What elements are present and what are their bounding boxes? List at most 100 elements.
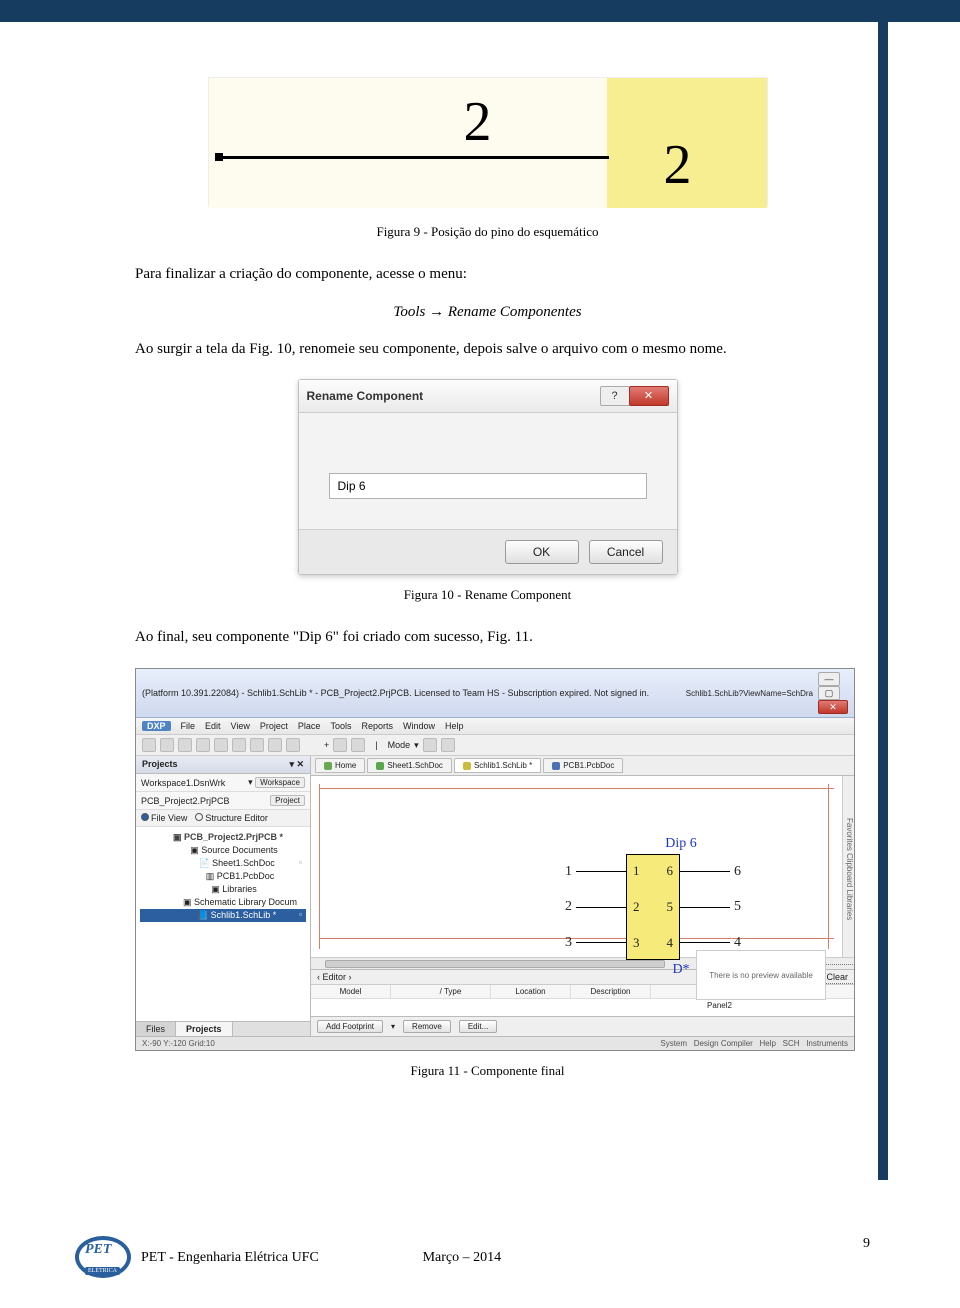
fig9-pin-number-right: 2 <box>664 133 692 197</box>
toolbar-icon[interactable] <box>214 738 228 752</box>
figure-11-wrap: (Platform 10.391.22084) - Schlib1.SchLib… <box>135 668 840 1051</box>
toolbar-icon[interactable] <box>178 738 192 752</box>
tree-libraries[interactable]: ▣ Libraries <box>140 883 306 896</box>
minimize-button[interactable]: — <box>818 672 840 686</box>
doc-tab-home[interactable]: Home <box>315 758 365 773</box>
status-instruments[interactable]: Instruments <box>806 1039 848 1048</box>
remove-footprint-button[interactable]: Remove <box>403 1020 451 1033</box>
pin-line <box>680 871 730 872</box>
panel2-label: Panel2 <box>311 998 854 1016</box>
ok-button[interactable]: OK <box>505 540 579 564</box>
altium-right-label: Schlib1.SchLib?ViewName=SchDra <box>686 689 813 698</box>
edit-footprint-button[interactable]: Edit... <box>459 1020 497 1033</box>
document-tabs: Home Sheet1.SchDoc Schlib1.SchLib * PCB1… <box>311 756 854 776</box>
projects-header-label: Projects <box>142 759 178 770</box>
fig9-main-area <box>209 78 609 208</box>
project-name: PCB_Project2.PrjPCB <box>141 796 230 806</box>
tree-schlib-folder[interactable]: ▣ Schematic Library Docum <box>140 896 306 909</box>
tree-schlib-file[interactable]: 📘 Schlib1.SchLib *▫ <box>140 909 306 922</box>
project-row: PCB_Project2.PrjPCB Project <box>136 792 310 810</box>
panel-tab-files[interactable]: Files <box>136 1022 176 1036</box>
workspace-row: Workspace1.DsnWrk ▾ Workspace <box>136 774 310 792</box>
toolbar-icon[interactable] <box>333 738 347 752</box>
toolbar-icon[interactable] <box>232 738 246 752</box>
altium-close-button[interactable]: ✕ <box>818 700 848 714</box>
menu-reports[interactable]: Reports <box>361 721 393 731</box>
toolbar-icon[interactable] <box>196 738 210 752</box>
component-name-input[interactable] <box>329 473 647 499</box>
figure-10-wrap: Rename Component ? ✕ OK Cancel <box>135 379 840 575</box>
pin-outer-5: 5 <box>730 899 745 915</box>
menu-tools[interactable]: Tools <box>330 721 351 731</box>
page-content: 2 2 Figura 9 - Posição do pino do esquem… <box>0 22 960 1079</box>
right-stripe <box>878 0 888 1180</box>
menu-file[interactable]: File <box>181 721 196 731</box>
cancel-button[interactable]: Cancel <box>589 540 663 564</box>
altium-menubar: DXP File Edit View Project Place Tools R… <box>136 718 854 735</box>
col-location: Location <box>491 985 571 998</box>
top-banner <box>0 0 960 22</box>
workspace-button[interactable]: Workspace <box>255 777 305 788</box>
menu-place[interactable]: Place <box>298 721 321 731</box>
figure-9-wrap: 2 2 <box>135 77 840 212</box>
col-description: Description <box>571 985 651 998</box>
structure-editor-radio[interactable]: Structure Editor <box>195 813 268 823</box>
toolbar-icon[interactable] <box>160 738 174 752</box>
paragraph-3: Ao final, seu componente "Dip 6" foi cri… <box>135 627 840 649</box>
doc-tab-sheet[interactable]: Sheet1.SchDoc <box>367 758 452 773</box>
status-sch[interactable]: SCH <box>783 1039 800 1048</box>
doc-tab-schlib[interactable]: Schlib1.SchLib * <box>454 758 541 773</box>
pin-line <box>680 907 730 908</box>
toolbar-icon[interactable] <box>286 738 300 752</box>
menu-project[interactable]: Project <box>260 721 288 731</box>
menu-window[interactable]: Window <box>403 721 435 731</box>
right-side-tabs[interactable]: Favorites Clipboard Libraries <box>842 776 854 957</box>
maximize-button[interactable]: ▢ <box>818 686 840 700</box>
view-toggle: File View Structure Editor <box>136 810 310 827</box>
rename-component-dialog: Rename Component ? ✕ OK Cancel <box>298 379 678 575</box>
tree-sheet1[interactable]: 📄 Sheet1.SchDoc▫ <box>140 857 306 870</box>
pin-line <box>576 942 626 943</box>
pin-line <box>576 907 626 908</box>
pet-logo: PET ELÉTRICA <box>75 1236 133 1280</box>
footer-org: PET - Engenharia Elétrica UFC <box>141 1250 319 1266</box>
menu-edit[interactable]: Edit <box>205 721 221 731</box>
dialog-window-buttons: ? ✕ <box>601 386 669 406</box>
menu-view[interactable]: View <box>231 721 250 731</box>
panel-collapse-icon[interactable]: ▾ ✕ <box>289 759 304 770</box>
toolbar-icon[interactable] <box>250 738 264 752</box>
pin-outer-4: 4 <box>730 935 745 951</box>
doc-tab-pcb[interactable]: PCB1.PcbDoc <box>543 758 623 773</box>
tree-project-root[interactable]: ▣ PCB_Project2.PrjPCB * <box>140 831 306 844</box>
menu-help[interactable]: Help <box>445 721 464 731</box>
pin-outer-6: 6 <box>730 864 745 880</box>
status-design-compiler[interactable]: Design Compiler <box>694 1039 753 1048</box>
add-footprint-button[interactable]: Add Footprint <box>317 1020 383 1033</box>
file-view-radio[interactable]: File View <box>141 813 187 823</box>
help-button[interactable]: ? <box>600 386 630 406</box>
schematic-canvas[interactable]: Favorites Clipboard Libraries Dip 6 1 2 … <box>311 776 854 957</box>
project-button[interactable]: Project <box>270 795 305 806</box>
tree-source-docs[interactable]: ▣ Source Documents <box>140 844 306 857</box>
status-coords: X:-90 Y:-120 Grid:10 <box>142 1039 215 1048</box>
tree-pcb1[interactable]: ▥ PCB1.PcbDoc <box>140 870 306 883</box>
close-button[interactable]: ✕ <box>629 386 669 406</box>
pin-inner-6: 6 <box>667 863 674 879</box>
dialog-titlebar: Rename Component ? ✕ <box>299 380 677 413</box>
panel-tabs: Files Projects <box>136 1021 310 1036</box>
toolbar-mode[interactable]: Mode <box>388 740 411 750</box>
toolbar-icon[interactable] <box>351 738 365 752</box>
menu-dxp[interactable]: DXP <box>142 721 171 731</box>
no-preview-box: There is no preview available <box>696 950 826 1000</box>
panel-tab-projects[interactable]: Projects <box>176 1022 233 1036</box>
toolbar-icon[interactable] <box>142 738 156 752</box>
dip6-chip-body: 1 2 3 6 5 4 <box>626 854 680 960</box>
status-system[interactable]: System <box>660 1039 687 1048</box>
col-type: / Type <box>411 985 491 998</box>
status-help[interactable]: Help <box>760 1039 776 1048</box>
figure-9: 2 2 <box>208 77 768 207</box>
col-model: Model <box>311 985 391 998</box>
toolbar-icon[interactable] <box>423 738 437 752</box>
toolbar-icon[interactable] <box>268 738 282 752</box>
toolbar-icon[interactable] <box>441 738 455 752</box>
